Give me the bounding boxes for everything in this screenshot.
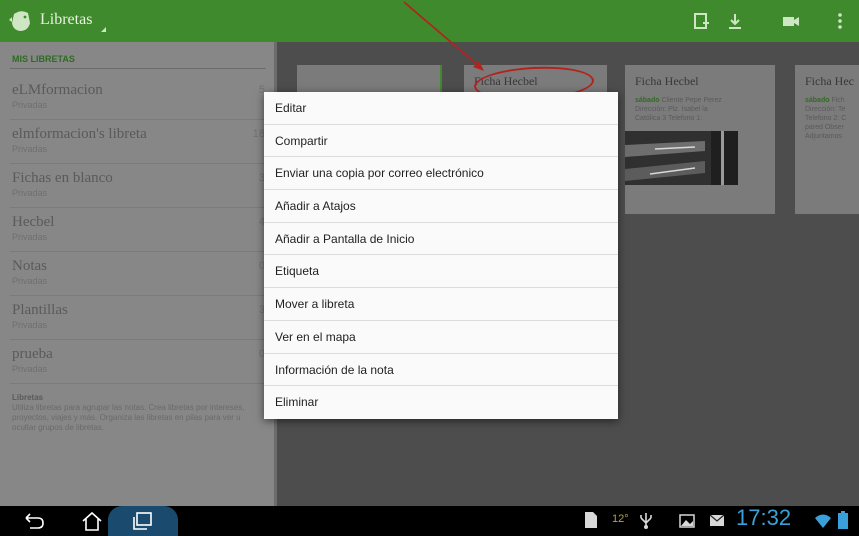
- status-clock: 17:32: [736, 505, 792, 530]
- wifi-icon: [815, 514, 831, 528]
- menu-item-move-notebook[interactable]: Mover a libreta: [264, 288, 618, 321]
- menu-item-add-shortcut[interactable]: Añadir a Atajos: [264, 190, 618, 223]
- back-icon[interactable]: [22, 512, 46, 532]
- weather-temperature: 12°: [612, 513, 629, 525]
- mail-icon: [709, 514, 725, 526]
- menu-item-note-info[interactable]: Información de la nota: [264, 354, 618, 387]
- menu-item-edit[interactable]: Editar: [264, 92, 618, 125]
- menu-item-delete[interactable]: Eliminar: [264, 386, 618, 419]
- home-icon[interactable]: [80, 510, 104, 532]
- usb-icon: [640, 513, 652, 529]
- recent-apps-icon[interactable]: [131, 511, 153, 531]
- file-icon: [585, 512, 597, 528]
- battery-icon: [838, 511, 848, 529]
- menu-item-tag[interactable]: Etiqueta: [264, 255, 618, 289]
- menu-item-view-map[interactable]: Ver en el mapa: [264, 321, 618, 354]
- note-context-menu: Editar Compartir Enviar una copia por co…: [264, 92, 618, 419]
- menu-item-share[interactable]: Compartir: [264, 125, 618, 158]
- image-icon: [679, 514, 695, 528]
- menu-item-add-homescreen[interactable]: Añadir a Pantalla de Inicio: [264, 223, 618, 256]
- menu-item-email-copy[interactable]: Enviar una copia por correo electrónico: [264, 157, 618, 191]
